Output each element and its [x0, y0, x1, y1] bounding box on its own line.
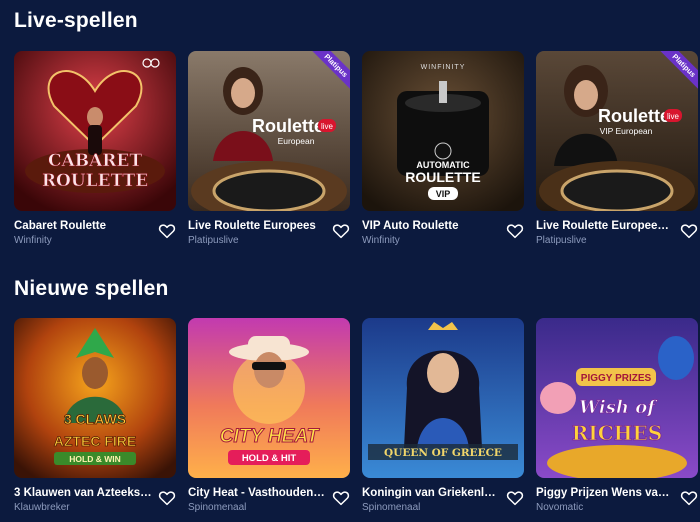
heart-outline-icon[interactable] [158, 222, 176, 240]
vip-auto-roulette-artwork: WINFINITY AUTOMATIC ROULETTE VIP [362, 51, 524, 211]
game-title[interactable]: Koningin van Griekenland [362, 486, 500, 500]
svg-text:HOLD & WIN: HOLD & WIN [69, 454, 120, 464]
game-title[interactable]: Piggy Prijzen Wens van ... [536, 486, 674, 500]
game-thumbnail[interactable]: Roulette live European Platipus [188, 51, 350, 211]
svg-text:VIP: VIP [436, 189, 451, 199]
svg-text:CABARET: CABARET [48, 151, 142, 171]
svg-text:RICHES: RICHES [572, 421, 662, 445]
heart-outline-icon[interactable] [680, 222, 698, 240]
cabaret-roulette-artwork: CABARET ROULETTE [14, 51, 176, 211]
game-thumbnail[interactable]: 3 CLAWS AZTEC FIRE HOLD & WIN [14, 318, 176, 478]
svg-text:CITY HEAT: CITY HEAT [220, 426, 320, 447]
svg-text:Wish of: Wish of [579, 397, 658, 418]
svg-text:European: European [278, 136, 315, 146]
svg-text:Roulette: Roulette [252, 116, 324, 136]
live-roulette-artwork: Roulette live European [188, 51, 350, 211]
svg-text:QUEEN OF GREECE: QUEEN OF GREECE [384, 447, 502, 459]
heart-outline-icon[interactable] [506, 489, 524, 507]
game-card-live-roulette-europees-vip[interactable]: Roulette live VIP European Platipus Live… [536, 51, 698, 248]
svg-text:WINFINITY: WINFINITY [421, 64, 466, 71]
section-title-live: Live-spellen [14, 9, 138, 32]
game-thumbnail[interactable]: Roulette live VIP European Platipus [536, 51, 698, 211]
new-games-row: 3 CLAWS AZTEC FIRE HOLD & WIN 3 Klauwen … [14, 318, 698, 515]
game-provider: Klauwbreker [14, 502, 70, 513]
queen-of-greece-artwork: QUEEN OF GREECE [362, 318, 524, 478]
game-title[interactable]: VIP Auto Roulette [362, 219, 500, 233]
heart-outline-icon[interactable] [680, 489, 698, 507]
game-provider: Spinomenaal [362, 502, 421, 513]
live-games-row: CABARET ROULETTE Cabaret Roulette Winfin… [14, 51, 698, 248]
game-card-city-heat[interactable]: CITY HEAT HOLD & HIT City Heat - Vasthou… [188, 318, 350, 515]
game-provider: Platipuslive [536, 235, 587, 246]
section-title-new: Nieuwe spellen [14, 277, 169, 300]
game-card-piggy-prijzen[interactable]: PIGGY PRIZES Wish of RICHES Piggy Prijze… [536, 318, 698, 515]
svg-text:Roulette: Roulette [598, 106, 670, 126]
heart-outline-icon[interactable] [506, 222, 524, 240]
game-thumbnail[interactable]: CITY HEAT HOLD & HIT [188, 318, 350, 478]
game-card-cabaret-roulette[interactable]: CABARET ROULETTE Cabaret Roulette Winfin… [14, 51, 176, 248]
svg-text:PIGGY PRIZES: PIGGY PRIZES [581, 373, 652, 384]
game-provider: Spinomenaal [188, 502, 247, 513]
game-title[interactable]: City Heat - Vasthouden e... [188, 486, 326, 500]
heart-outline-icon[interactable] [332, 489, 350, 507]
heart-outline-icon[interactable] [158, 489, 176, 507]
heart-outline-icon[interactable] [332, 222, 350, 240]
piggy-prizes-artwork: PIGGY PRIZES Wish of RICHES [536, 318, 698, 478]
svg-text:live: live [321, 122, 334, 131]
city-heat-artwork: CITY HEAT HOLD & HIT [188, 318, 350, 478]
game-thumbnail[interactable]: CABARET ROULETTE [14, 51, 176, 211]
aztec-fire-artwork: 3 CLAWS AZTEC FIRE HOLD & WIN [14, 318, 176, 478]
game-thumbnail[interactable]: WINFINITY AUTOMATIC ROULETTE VIP [362, 51, 524, 211]
game-provider: Winfinity [362, 235, 400, 246]
game-title[interactable]: Cabaret Roulette [14, 219, 152, 233]
game-card-vip-auto-roulette[interactable]: WINFINITY AUTOMATIC ROULETTE VIP VIP Aut… [362, 51, 524, 248]
svg-text:ROULETTE: ROULETTE [405, 169, 480, 185]
game-provider: Platipuslive [188, 235, 239, 246]
game-provider: Novomatic [536, 502, 584, 513]
svg-text:ROULETTE: ROULETTE [42, 171, 148, 191]
svg-text:live: live [667, 112, 680, 121]
svg-text:3 CLAWS: 3 CLAWS [64, 411, 126, 427]
game-provider: Winfinity [14, 235, 52, 246]
game-thumbnail[interactable]: PIGGY PRIZES Wish of RICHES [536, 318, 698, 478]
game-title[interactable]: 3 Klauwen van Azteeks V... [14, 486, 152, 500]
game-title[interactable]: Live Roulette Europees V... [536, 219, 674, 233]
svg-text:VIP European: VIP European [600, 126, 653, 136]
game-card-live-roulette-europees[interactable]: Roulette live European Platipus Live Rou… [188, 51, 350, 248]
game-card-3-klauwen[interactable]: 3 CLAWS AZTEC FIRE HOLD & WIN 3 Klauwen … [14, 318, 176, 515]
game-thumbnail[interactable]: QUEEN OF GREECE [362, 318, 524, 478]
game-card-koningin-van-griekenland[interactable]: QUEEN OF GREECE Koningin van Griekenland… [362, 318, 524, 515]
svg-text:AZTEC FIRE: AZTEC FIRE [54, 433, 136, 449]
game-title[interactable]: Live Roulette Europees [188, 219, 326, 233]
live-roulette-vip-artwork: Roulette live VIP European [536, 51, 698, 211]
svg-text:HOLD & HIT: HOLD & HIT [242, 453, 297, 464]
